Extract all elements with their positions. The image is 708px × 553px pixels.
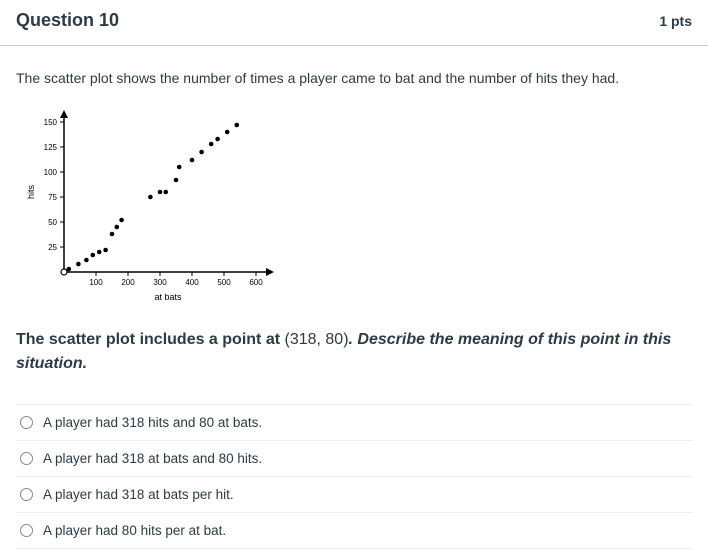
answer-option-1[interactable]: A player had 318 at bats and 80 hits. xyxy=(16,441,692,477)
svg-text:50: 50 xyxy=(48,218,57,227)
svg-text:75: 75 xyxy=(48,193,57,202)
radio-icon[interactable] xyxy=(20,524,33,537)
svg-text:hits: hits xyxy=(26,185,36,200)
scatter-plot: 25 50 75 100 125 150 100 200 300 400 500 600 at bats… xyxy=(22,104,692,304)
answer-text: A player had 318 at bats and 80 hits. xyxy=(43,451,262,466)
svg-text:100: 100 xyxy=(89,278,103,287)
svg-text:125: 125 xyxy=(44,143,58,152)
svg-text:200: 200 xyxy=(121,278,135,287)
svg-text:at bats: at bats xyxy=(154,292,182,302)
radio-icon[interactable] xyxy=(20,452,33,465)
question-header: Question 10 1 pts xyxy=(0,0,708,46)
svg-text:500: 500 xyxy=(217,278,231,287)
answer-text: A player had 80 hits per at bat. xyxy=(43,523,226,538)
question-points: 1 pts xyxy=(659,13,692,29)
svg-text:400: 400 xyxy=(185,278,199,287)
svg-text:150: 150 xyxy=(44,118,58,127)
intro-text: The scatter plot shows the number of tim… xyxy=(16,70,692,86)
svg-text:100: 100 xyxy=(44,168,58,177)
answer-list: A player had 318 hits and 80 at bats. A p… xyxy=(16,404,692,549)
radio-icon[interactable] xyxy=(20,416,33,429)
answer-text: A player had 318 at bats per hit. xyxy=(43,487,234,502)
svg-text:25: 25 xyxy=(48,243,57,252)
prompt-point: (318, 80) xyxy=(284,331,348,348)
radio-icon[interactable] xyxy=(20,488,33,501)
answer-option-2[interactable]: A player had 318 at bats per hit. xyxy=(16,477,692,513)
prompt-bold: The scatter plot includes a point at xyxy=(16,331,284,348)
svg-text:300: 300 xyxy=(153,278,167,287)
answer-option-0[interactable]: A player had 318 hits and 80 at bats. xyxy=(16,405,692,441)
answer-text: A player had 318 hits and 80 at bats. xyxy=(43,415,262,430)
prompt-text: The scatter plot includes a point at (31… xyxy=(16,328,692,376)
question-body: The scatter plot shows the number of tim… xyxy=(0,46,708,549)
svg-text:600: 600 xyxy=(249,278,263,287)
question-title: Question 10 xyxy=(16,10,119,31)
answer-option-3[interactable]: A player had 80 hits per at bat. xyxy=(16,513,692,549)
